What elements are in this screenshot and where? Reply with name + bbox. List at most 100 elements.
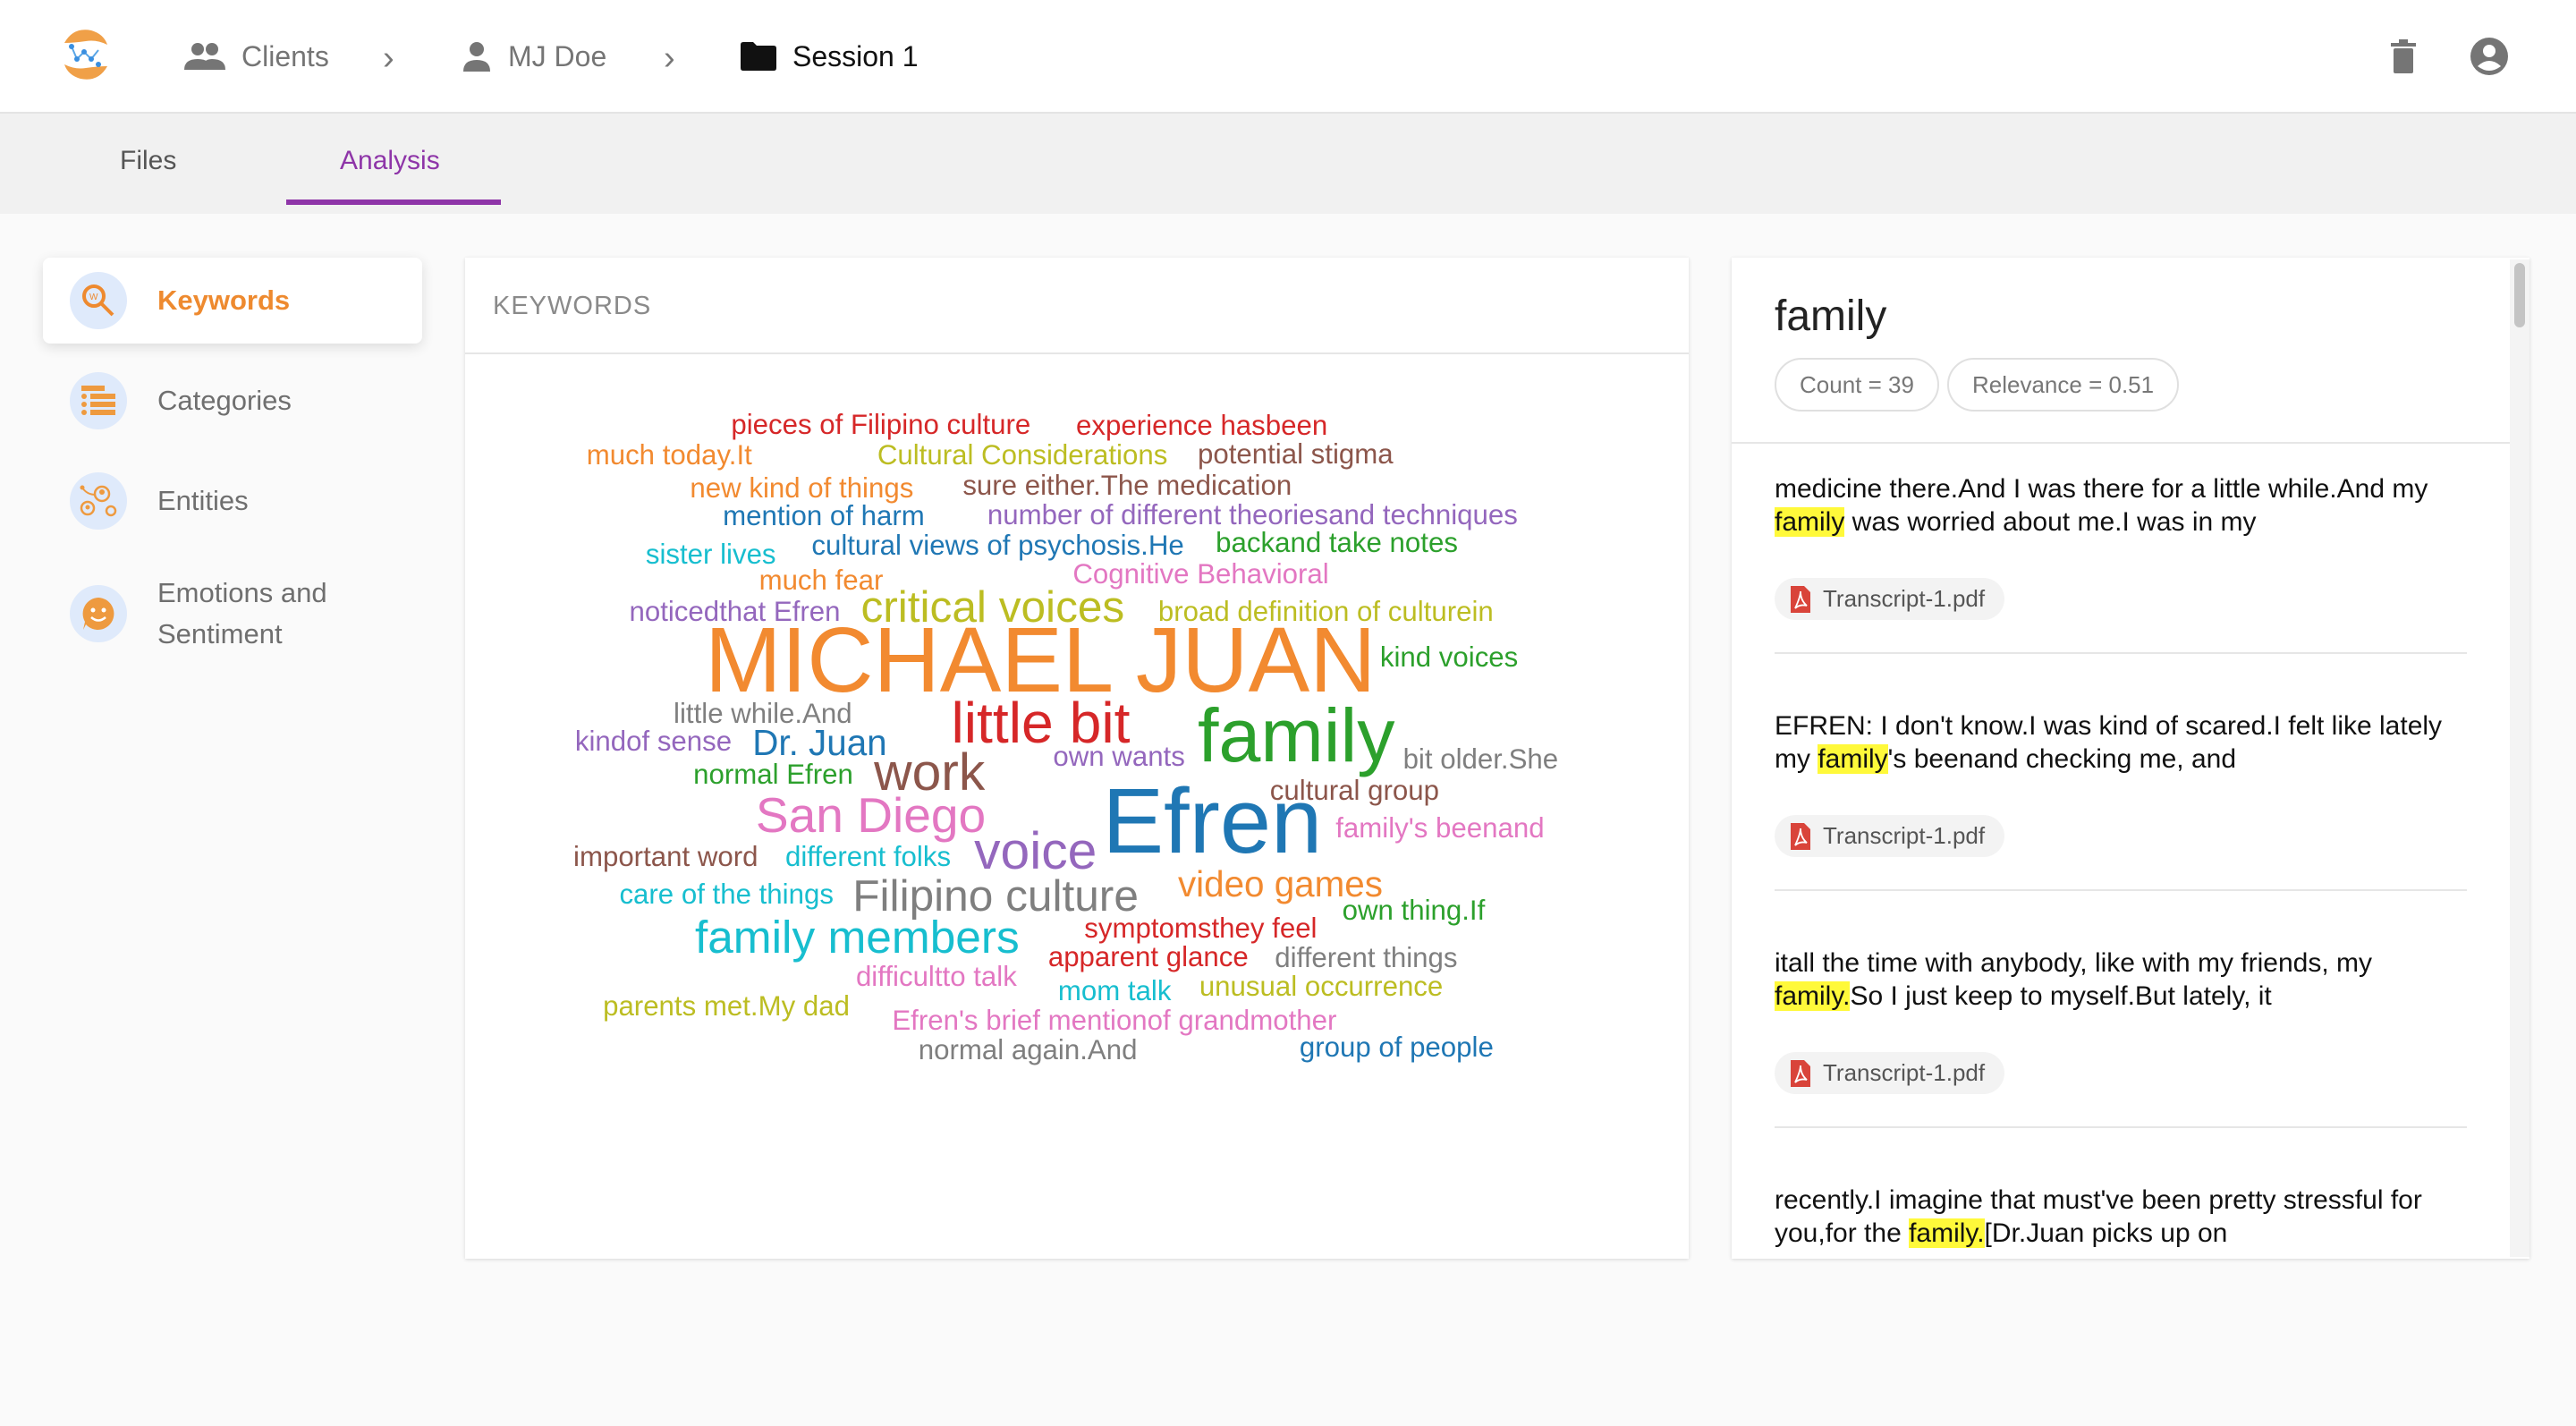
keyword-highlight: family. (1775, 981, 1851, 1011)
keyword-highlight: family (1775, 507, 1845, 537)
folder-icon (741, 42, 776, 71)
scrollbar-thumb[interactable] (2514, 263, 2525, 327)
relevance-chip: Relevance = 0.51 (1947, 358, 2180, 412)
keyword-word[interactable]: Efren's brief mentionof grandmother (892, 1006, 1336, 1034)
pdf-icon (1791, 585, 1810, 613)
tab-files[interactable]: Files (120, 146, 176, 176)
keyword-word[interactable]: San Diego (756, 791, 986, 840)
entities-network-icon (70, 472, 127, 530)
snippet-list: medicine there.And I was there for a lit… (1775, 472, 2467, 1250)
keyword-word[interactable]: backand take notes (1216, 529, 1458, 556)
keyword-word[interactable]: care of the things (619, 880, 834, 908)
sidebar-label: Entities (157, 485, 249, 516)
keyword-word[interactable]: family (1198, 698, 1395, 774)
file-chip[interactable]: Transcript-1.pdf (1775, 1052, 2005, 1094)
chevron-right-icon: › (383, 39, 394, 77)
snippet-text: itall the time with anybody, like with m… (1775, 946, 2467, 1013)
pdf-icon (1791, 1059, 1810, 1087)
list-icon (70, 372, 127, 429)
keyword-word[interactable]: different folks (785, 842, 951, 870)
divider (1775, 889, 2467, 891)
keyword-word[interactable]: family members (695, 913, 1020, 960)
breadcrumb-session[interactable]: Session 1 (741, 34, 919, 79)
active-tab-indicator (286, 199, 501, 205)
sidebar-item-categories[interactable]: Categories (43, 358, 422, 444)
snippet-text: EFREN: I don't know.I was kind of scared… (1775, 709, 2467, 776)
tab-analysis[interactable]: Analysis (340, 146, 440, 176)
file-chip[interactable]: Transcript-1.pdf (1775, 815, 2005, 857)
divider (1775, 1126, 2467, 1128)
keyword-word[interactable]: normal Efren (693, 760, 853, 788)
divider (1775, 652, 2467, 654)
keyword-word[interactable]: Cultural Considerations (877, 441, 1168, 469)
keyword-word[interactable]: mention of harm (723, 502, 925, 530)
breadcrumb-client[interactable]: MJ Doe (462, 34, 606, 79)
keyword-word[interactable]: mom talk (1058, 977, 1172, 1005)
snippet: recently.I imagine that must've been pre… (1775, 1184, 2467, 1250)
keyword-word[interactable]: important word (573, 842, 758, 870)
sidebar-item-keywords[interactable]: W Keywords (43, 258, 422, 344)
sidebar-label: Emotions and Sentiment (157, 577, 327, 649)
keyword-search-icon: W (70, 272, 127, 329)
pdf-icon (1791, 822, 1810, 850)
keyword-word[interactable]: symptomsthey feel (1084, 914, 1317, 942)
keyword-word[interactable]: kind voices (1380, 643, 1518, 671)
snippet: itall the time with anybody, like with m… (1775, 946, 2467, 1128)
keyword-word[interactable]: own wants (1053, 742, 1185, 769)
breadcrumb-clients[interactable]: Clients (184, 34, 329, 79)
keyword-word[interactable]: parents met.My dad (603, 992, 850, 1020)
people-icon (184, 43, 225, 70)
snippet-after: was worried about me.I was in my (1844, 507, 2257, 537)
keyword-word[interactable]: different things (1275, 944, 1457, 972)
keyword-word[interactable]: new kind of things (690, 474, 913, 502)
file-chip[interactable]: Transcript-1.pdf (1775, 578, 2005, 620)
keyword-word[interactable]: Efren (1102, 775, 1322, 868)
scrollbar[interactable] (2510, 259, 2529, 1257)
keyword-word[interactable]: kindof sense (575, 727, 732, 755)
keyword-word[interactable]: group of people (1300, 1032, 1494, 1060)
keyword-word[interactable]: unusual occurrence (1199, 972, 1443, 999)
sidebar-item-emotions[interactable]: Emotions and Sentiment (43, 562, 422, 666)
keyword-word[interactable]: Dr. Juan (752, 724, 886, 760)
keyword-word[interactable]: apparent glance (1048, 942, 1249, 970)
keyword-title: family (1775, 293, 1887, 340)
smiley-icon (70, 585, 127, 642)
file-name: Transcript-1.pdf (1823, 585, 1986, 612)
breadcrumb-label: Clients (242, 39, 329, 72)
keyword-word[interactable]: number of different theoriesand techniqu… (987, 500, 1518, 528)
snippet-after: So I just keep to myself.But lately, it (1850, 981, 2272, 1011)
sidebar-item-entities[interactable]: Entities (43, 458, 422, 544)
snippet-after: 's beenand checking me, and (1887, 744, 2236, 774)
file-name: Transcript-1.pdf (1823, 822, 1986, 849)
keyword-word[interactable]: pieces of Filipino culture (731, 410, 1030, 437)
file-name: Transcript-1.pdf (1823, 1059, 1986, 1086)
account-icon[interactable] (2469, 36, 2510, 77)
top-bar: Clients › MJ Doe › Session 1 (0, 0, 2576, 114)
breadcrumb-label: Session 1 (792, 39, 919, 72)
trash-icon[interactable] (2383, 36, 2424, 77)
keyword-word[interactable]: potential stigma (1198, 439, 1394, 467)
snippet-before: itall the time with anybody, like with m… (1775, 948, 2373, 978)
snippet-after: [Dr.Juan picks up on (1984, 1218, 2228, 1248)
snippet-text: recently.I imagine that must've been pre… (1775, 1184, 2467, 1250)
keyword-word[interactable]: sister lives (646, 539, 776, 567)
snippet-text: medicine there.And I was there for a lit… (1775, 472, 2467, 539)
keyword-word[interactable]: difficultto talk (856, 962, 1017, 989)
divider (465, 352, 1689, 354)
snippet-before: medicine there.And I was there for a lit… (1775, 474, 2428, 504)
snippet: medicine there.And I was there for a lit… (1775, 472, 2467, 654)
divider (1732, 442, 2512, 444)
keyword-word[interactable]: bit older.She (1403, 745, 1559, 773)
keyword-word[interactable]: family's beenand (1335, 814, 1544, 842)
keyword-word[interactable]: normal again.And (919, 1036, 1138, 1064)
keyword-word[interactable]: much today.It (587, 441, 752, 469)
keywords-title: KEYWORDS (493, 292, 652, 320)
keyword-word[interactable]: sure either.The medication (962, 471, 1292, 498)
keywords-card: KEYWORDS pieces of Filipino culture exper… (465, 258, 1689, 1259)
breadcrumb-label: MJ Doe (508, 39, 607, 72)
keyword-word[interactable]: own thing.If (1343, 896, 1486, 924)
keyword-word[interactable]: cultural views of psychosis.He (811, 531, 1183, 559)
app-logo[interactable] (55, 25, 116, 84)
keyword-word[interactable]: experience hasbeen (1076, 412, 1327, 439)
snippet: EFREN: I don't know.I was kind of scared… (1775, 709, 2467, 891)
